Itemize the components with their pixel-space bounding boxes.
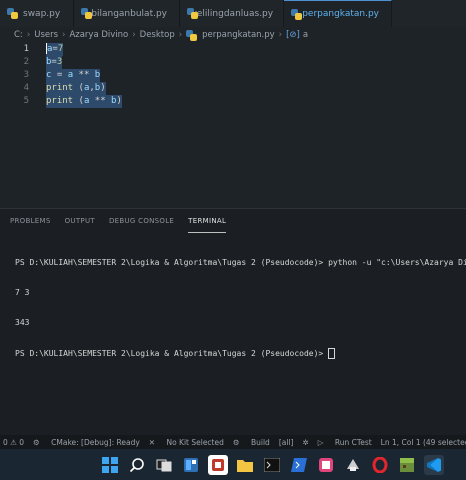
terminal-line: 7 3 [15, 288, 30, 297]
tab-terminal[interactable]: TERMINAL [188, 209, 227, 233]
status-bar: 0 ⚠ 0 ⚙ CMake: [Debug]: Ready ✕ No Kit S… [0, 435, 466, 449]
breadcrumb-item[interactable]: Desktop [140, 30, 175, 40]
code-text: a=7 [46, 43, 64, 56]
python-file-icon [7, 8, 18, 19]
bottom-panel: PROBLEMS OUTPUT DEBUG CONSOLE TERMINAL P… [0, 208, 466, 436]
code-line: 1 a=7 [0, 43, 466, 56]
line-number: 4 [23, 83, 29, 93]
run-ctest-button[interactable]: ▷ Run CTest [318, 438, 372, 447]
code-line: 4 print (a,b) [0, 82, 466, 95]
tab-swap[interactable]: swap.py [0, 0, 74, 27]
powershell-icon[interactable] [289, 455, 309, 475]
line-number: 1 [23, 44, 29, 54]
code-text: print (a,b) [46, 82, 106, 95]
code-editor[interactable]: 1 a=7 2 b=3 3 c = a ** b 4 print (a,b) 5… [0, 43, 466, 208]
vscode-icon[interactable] [424, 454, 444, 475]
editor-tabs: swap.py bilanganbulat.py kelilingdanluas… [0, 0, 466, 27]
panel-tabs: PROBLEMS OUTPUT DEBUG CONSOLE TERMINAL [0, 209, 466, 233]
tab-output[interactable]: OUTPUT [65, 209, 95, 233]
tab-debug-console[interactable]: DEBUG CONSOLE [109, 209, 174, 233]
code-text: print (a ** b) [46, 95, 122, 108]
app-icon[interactable] [343, 455, 363, 475]
tab-label: kelilingdanluas.py [192, 8, 274, 19]
tab-kelilingdanluas[interactable]: kelilingdanluas.py [180, 0, 284, 27]
breadcrumb: C: › Users › Azarya Divino › Desktop › perpa… [14, 29, 309, 41]
code-line: 5 print (a ** b) [0, 95, 466, 108]
breadcrumb-item[interactable]: Azarya Divino [69, 30, 128, 40]
tab-label: swap.py [23, 8, 61, 19]
terminal-icon[interactable] [262, 455, 282, 475]
build-target[interactable]: [all] [279, 438, 294, 447]
snipping-tool-icon[interactable] [316, 455, 336, 475]
tab-label: bilanganbulat.py [91, 8, 167, 19]
cmake-status[interactable]: ⚙ CMake: [Debug]: Ready [33, 438, 140, 447]
tab-label: perpangkatan.py [302, 9, 379, 19]
code-line: 2 b=3 [0, 56, 466, 69]
opera-icon[interactable] [370, 455, 390, 475]
cursor-position[interactable]: Ln 1, Col 1 (49 selected) [381, 438, 466, 447]
breadcrumb-item[interactable]: perpangkatan.py [202, 30, 275, 40]
terminal-line: PS D:\KULIAH\SEMESTER 2\Logika & Algorit… [15, 258, 466, 267]
file-explorer-icon[interactable] [235, 455, 255, 475]
breadcrumb-item[interactable]: a [303, 30, 308, 40]
code-text: b=3 [46, 56, 63, 69]
tab-bilanganbulat[interactable]: bilanganbulat.py [74, 0, 180, 27]
breadcrumb-item[interactable]: C: [14, 30, 23, 40]
code-text: c = a ** b [46, 69, 101, 82]
build-button[interactable]: ⚙ Build [233, 438, 270, 447]
task-view-icon[interactable] [154, 455, 174, 475]
tab-problems[interactable]: PROBLEMS [10, 209, 51, 233]
tab-perpangkatan[interactable]: perpangkatan.py [284, 0, 392, 27]
terminal-cursor [328, 348, 336, 359]
minecraft-icon[interactable] [397, 455, 417, 475]
breadcrumb-item[interactable]: Users [34, 30, 58, 40]
terminal-prompt-line: PS D:\KULIAH\SEMESTER 2\Logika & Algorit… [15, 348, 466, 359]
terminal-line: 343 [15, 318, 30, 327]
search-icon[interactable] [127, 455, 147, 475]
code-line: 3 c = a ** b [0, 69, 466, 82]
windows-start-icon[interactable] [100, 455, 120, 475]
terminal[interactable]: PS D:\KULIAH\SEMESTER 2\Logika & Algorit… [0, 233, 466, 379]
variable-icon: [⊘] [286, 30, 300, 40]
python-file-icon [186, 29, 198, 41]
kit-status[interactable]: ✕ No Kit Selected [149, 438, 224, 447]
line-number: 2 [23, 57, 29, 67]
debug-icon[interactable]: ✲ [302, 438, 308, 447]
teams-icon[interactable] [208, 454, 228, 475]
problems-count[interactable]: 0 ⚠ 0 [3, 438, 24, 447]
line-number: 5 [23, 96, 29, 106]
line-number: 3 [23, 70, 29, 80]
widgets-icon[interactable] [181, 455, 201, 475]
taskbar [0, 449, 466, 480]
python-file-icon [291, 8, 303, 20]
terminal-line: PS D:\KULIAH\SEMESTER 2\Logika & Algorit… [15, 349, 329, 358]
python-file-icon [81, 8, 93, 19]
